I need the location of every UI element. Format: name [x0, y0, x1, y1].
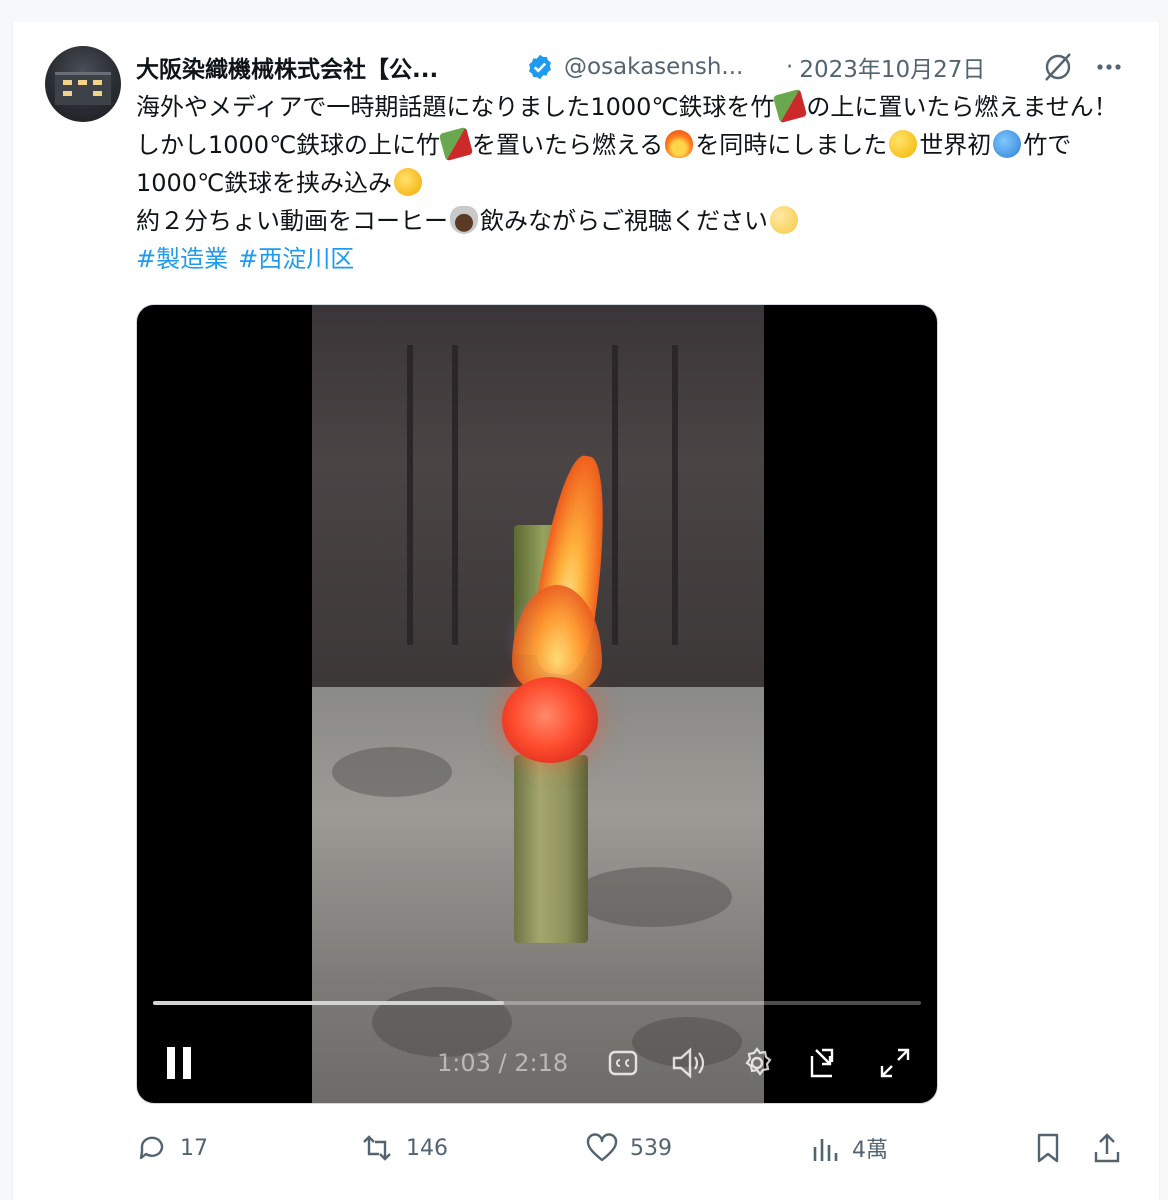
tweet-actions: 17 146 539 4萬 [136, 1128, 1126, 1168]
verified-badge-icon [529, 54, 551, 80]
pause-button[interactable] [157, 1043, 201, 1083]
star-struck-emoji-icon [394, 168, 423, 196]
text-segment: を置いたら燃える [472, 131, 664, 159]
reply-button[interactable]: 17 [136, 1128, 208, 1168]
share-icon [1094, 1133, 1120, 1163]
bamboo-emoji-icon [438, 126, 474, 162]
repost-icon [363, 1135, 391, 1161]
bamboo-emoji-icon [773, 88, 808, 124]
avatar[interactable] [45, 46, 121, 122]
author-handle[interactable]: @osakasensh... [564, 54, 772, 80]
bookmark-button[interactable] [1034, 1128, 1074, 1168]
share-button[interactable] [1092, 1128, 1134, 1168]
video-player[interactable]: 1:03 / 2:18 [136, 304, 938, 1104]
video-frame[interactable] [312, 305, 764, 1103]
sunglasses-emoji-icon [889, 130, 918, 158]
pause-icon [167, 1047, 191, 1079]
volume-button[interactable] [667, 1043, 711, 1083]
hashtag-link[interactable]: #西淀川区 [238, 245, 354, 273]
reply-count: 17 [180, 1135, 208, 1161]
fullscreen-icon [880, 1048, 910, 1078]
hashtags: #製造業 #西淀川区 [136, 240, 1126, 278]
hashtag-link[interactable]: #製造業 [136, 245, 228, 273]
tweet-text: 海外やメディアで一時期話題になりました1000℃鉄球を竹 の上に置いたら燃えません… [136, 88, 1126, 278]
text-segment: 約２分ちょい動画をコーヒー [136, 207, 448, 235]
views-chart-icon [813, 1139, 838, 1161]
view-count: 4萬 [852, 1138, 888, 1163]
text-segment: 飲みながらご視聴ください [480, 207, 768, 235]
settings-button[interactable] [735, 1043, 779, 1083]
video-time: 1:03 / 2:18 [437, 1043, 587, 1083]
like-button[interactable]: 539 [586, 1128, 672, 1168]
more-options-icon[interactable] [1092, 50, 1126, 84]
text-segment: 海外やメディアで一時期話題になりました1000℃鉄球を竹 [136, 93, 775, 121]
text-segment: を同時にしました [695, 131, 888, 159]
duration: 2:18 [514, 1049, 569, 1077]
separator: · [786, 54, 794, 80]
captions-button[interactable] [603, 1043, 643, 1083]
tweet-header: 大阪染織機械株式会社【公... @osakasensh... · 2023年10… [136, 50, 985, 84]
bookmark-icon [1037, 1133, 1059, 1163]
video-progress-fill [153, 1001, 504, 1005]
author-name[interactable]: 大阪染織機械株式会社【公... [136, 50, 510, 84]
repost-count: 146 [406, 1135, 448, 1161]
text-segment: 世界初 [919, 131, 992, 159]
gear-icon [745, 1047, 772, 1076]
fire-emoji-icon [665, 130, 694, 158]
tweet-date[interactable]: 2023年10月27日 [799, 50, 985, 84]
video-progress-bar[interactable] [153, 1001, 921, 1005]
reply-icon [139, 1136, 164, 1160]
glowing-iron-ball [502, 677, 598, 763]
relieved-emoji-icon [770, 206, 798, 234]
fullscreen-button[interactable] [873, 1043, 917, 1083]
grok-icon[interactable] [1040, 50, 1076, 84]
heart-icon [586, 1133, 618, 1162]
repost-button[interactable]: 146 [360, 1128, 448, 1168]
views-button[interactable]: 4萬 [810, 1128, 888, 1168]
volume-icon [672, 1047, 705, 1079]
coffee-emoji-icon [450, 206, 478, 234]
current-time: 1:03 [437, 1049, 491, 1077]
globe-emoji-icon [993, 130, 1022, 158]
captions-icon [608, 1050, 638, 1076]
dock-button[interactable] [803, 1043, 847, 1083]
dock-icon [810, 1048, 834, 1078]
time-separator: / [490, 1049, 515, 1077]
like-count: 539 [630, 1135, 672, 1161]
